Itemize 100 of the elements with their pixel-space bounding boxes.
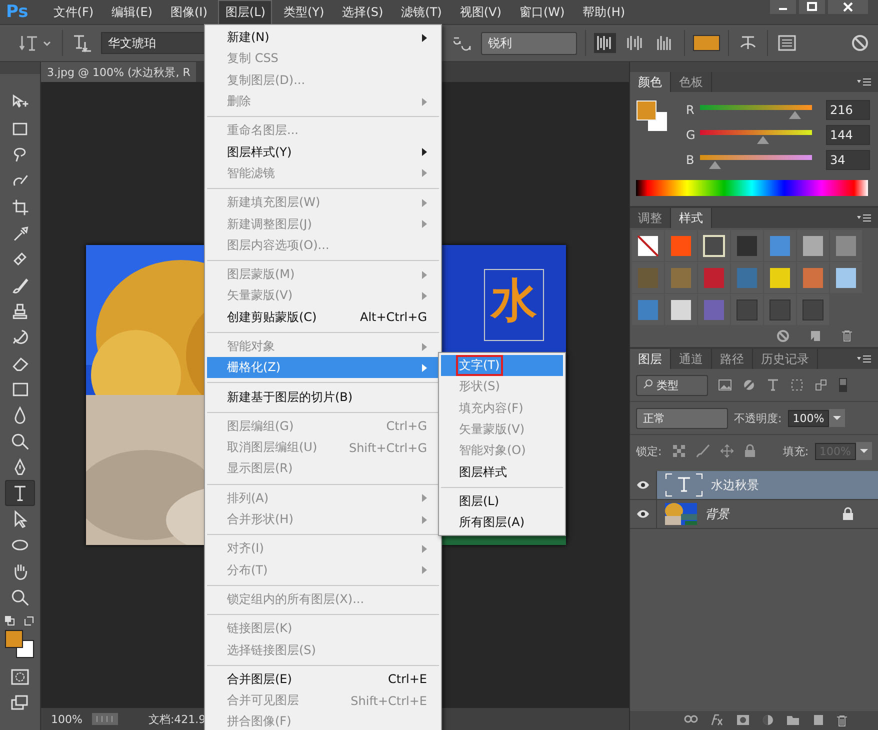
- style-swatch[interactable]: [736, 234, 758, 256]
- panel-menu-icon[interactable]: [856, 355, 872, 363]
- text-color-swatch[interactable]: [693, 35, 720, 51]
- style-swatch[interactable]: [670, 266, 692, 288]
- fill-label: 填充:: [782, 444, 809, 458]
- close-icon[interactable]: [828, 0, 868, 14]
- trash-icon[interactable]: [840, 329, 854, 343]
- menu-item[interactable]: 合并图层(E) Ctrl+E: [207, 668, 439, 690]
- panels-icon[interactable]: [776, 33, 798, 53]
- smart-object-filter-icon[interactable]: [814, 378, 828, 392]
- shape-filter-icon[interactable]: [790, 378, 804, 392]
- style-swatch[interactable]: [802, 234, 824, 256]
- style-swatch[interactable]: [802, 266, 824, 288]
- panel-tab[interactable]: 颜色: [630, 72, 671, 92]
- maximize-icon[interactable]: [799, 0, 825, 14]
- image-filter-icon[interactable]: [718, 379, 732, 391]
- brush-icon[interactable]: [696, 444, 710, 458]
- style-swatch[interactable]: [637, 298, 659, 320]
- layer-row[interactable]: 背景: [630, 500, 878, 529]
- zoom-level[interactable]: 100%: [51, 712, 82, 726]
- eye-icon[interactable]: [636, 480, 650, 490]
- menu-item[interactable]: 图像(I): [164, 0, 214, 24]
- color-swatches-icon[interactable]: [636, 100, 668, 132]
- color-spectrum[interactable]: [636, 180, 868, 196]
- folder-icon[interactable]: [786, 714, 800, 726]
- style-swatch[interactable]: [670, 298, 692, 320]
- panel-tab[interactable]: 路径: [712, 349, 753, 369]
- menu-item[interactable]: 栅格化(Z): [207, 357, 439, 378]
- style-swatch[interactable]: [802, 298, 824, 320]
- opacity-field[interactable]: 100%: [788, 410, 830, 426]
- menu-item[interactable]: 编辑(E): [104, 0, 160, 24]
- menu-item[interactable]: 文字(T): [441, 355, 563, 376]
- minimize-icon[interactable]: [770, 0, 796, 14]
- eye-icon[interactable]: [636, 509, 650, 519]
- menu-item[interactable]: 视图(V): [452, 0, 508, 24]
- menu-item[interactable]: 文件(F): [46, 0, 101, 24]
- link-icon[interactable]: [684, 714, 698, 724]
- channel-value-field[interactable]: 144: [826, 125, 870, 145]
- style-swatch[interactable]: [736, 266, 758, 288]
- lock-icon[interactable]: [744, 444, 756, 458]
- style-swatch[interactable]: [703, 266, 725, 288]
- document-tab[interactable]: 3.jpg @ 100% (水边秋景, R: [41, 62, 196, 82]
- new-layer-icon[interactable]: [812, 714, 824, 726]
- opacity-dropdown-icon[interactable]: [829, 409, 846, 427]
- adjustment-icon[interactable]: [762, 714, 774, 726]
- filter-toggle-icon[interactable]: [838, 377, 848, 393]
- panel-tab[interactable]: 历史记录: [753, 349, 818, 369]
- panel-menu-icon[interactable]: [856, 78, 872, 86]
- style-swatch[interactable]: [670, 234, 692, 256]
- menu-item[interactable]: 帮助(H): [576, 0, 632, 24]
- type-filter-icon[interactable]: [766, 378, 780, 392]
- layer-filter-dropdown[interactable]: 类型: [636, 374, 708, 396]
- style-swatch[interactable]: [637, 266, 659, 288]
- mask-icon[interactable]: [736, 714, 750, 726]
- clear-style-icon[interactable]: [776, 329, 790, 343]
- lock-pixels-icon[interactable]: [672, 444, 686, 458]
- style-swatch[interactable]: [637, 234, 659, 256]
- panel-tab[interactable]: 色板: [671, 72, 712, 92]
- blend-mode-dropdown[interactable]: 正常: [636, 408, 728, 428]
- menu-item[interactable]: 滤镜(T): [394, 0, 449, 24]
- channel-value-field[interactable]: 216: [826, 100, 870, 120]
- style-swatch[interactable]: [703, 298, 725, 320]
- menu-item[interactable]: 创建剪贴蒙版(C) Alt+Ctrl+G: [207, 306, 439, 328]
- menu-item[interactable]: 窗口(W): [512, 0, 572, 24]
- screen-mode-icon[interactable]: [10, 693, 30, 713]
- panel-tab[interactable]: 图层: [630, 349, 671, 369]
- text-orientation-icon[interactable]: [71, 33, 93, 53]
- align-left-icon[interactable]: [594, 33, 616, 53]
- fill-dropdown-icon[interactable]: [856, 442, 872, 460]
- panel-tab[interactable]: 通道: [671, 349, 712, 369]
- menu-item[interactable]: 图层样式: [441, 461, 563, 483]
- trash-icon[interactable]: [836, 714, 848, 727]
- channel-value-field[interactable]: 34: [826, 150, 870, 170]
- style-swatch[interactable]: [769, 266, 791, 288]
- menu-item[interactable]: 图层(L): [441, 490, 563, 512]
- menu-item[interactable]: 所有图层(A): [441, 512, 563, 534]
- cancel-icon[interactable]: [850, 33, 870, 53]
- adjustment-filter-icon[interactable]: [742, 378, 756, 392]
- type-tool-icon[interactable]: [5, 480, 35, 506]
- anti-alias-dropdown[interactable]: 锐利: [481, 32, 577, 54]
- style-swatch[interactable]: [835, 266, 857, 288]
- canvas-text[interactable]: 水: [484, 269, 544, 341]
- style-swatch[interactable]: [769, 298, 791, 320]
- panel-tab[interactable]: 样式: [671, 208, 712, 228]
- color-swatches-icon[interactable]: [5, 630, 35, 658]
- new-style-icon[interactable]: [808, 329, 822, 343]
- quick-mask-icon[interactable]: [10, 667, 30, 687]
- layer-row[interactable]: 水边秋景: [630, 471, 878, 500]
- menu-item[interactable]: 新建基于图层的切片(B): [207, 386, 439, 408]
- menu-item[interactable]: 图层(L): [218, 0, 272, 24]
- style-swatch[interactable]: [736, 298, 758, 320]
- style-swatch[interactable]: [769, 234, 791, 256]
- effects-icon[interactable]: [710, 714, 724, 726]
- menu-item[interactable]: 图层样式(Y): [207, 141, 439, 163]
- menu-item[interactable]: 选择(S): [335, 0, 390, 24]
- panel-menu-icon[interactable]: [856, 214, 872, 222]
- menu-item[interactable]: 类型(Y): [276, 0, 332, 24]
- channel-label: R: [686, 103, 696, 117]
- move-icon[interactable]: [720, 444, 734, 458]
- style-swatch[interactable]: [835, 234, 857, 256]
